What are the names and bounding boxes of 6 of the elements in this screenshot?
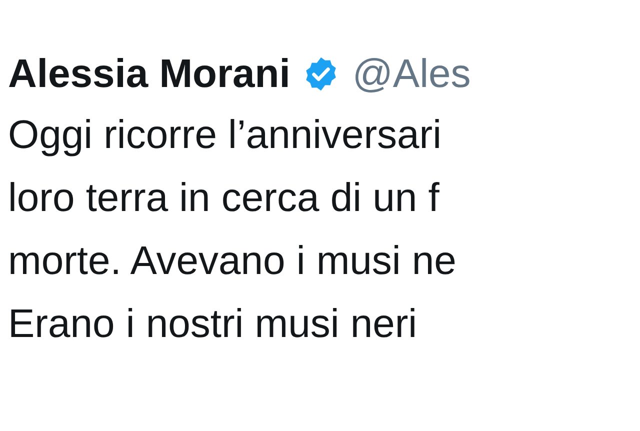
author-name[interactable]: Alessia Morani (8, 52, 290, 96)
tweet-text-line: morte. Avevano i musi ne (8, 238, 458, 285)
tweet-text-line: Erano i nostri musi neri (8, 301, 418, 348)
author-handle[interactable]: @Ales (352, 52, 471, 96)
tweet-text-line: loro terra in cerca di un f (8, 175, 440, 222)
tweet-text-line: Oggi ricorre l’anniversari (8, 112, 442, 159)
